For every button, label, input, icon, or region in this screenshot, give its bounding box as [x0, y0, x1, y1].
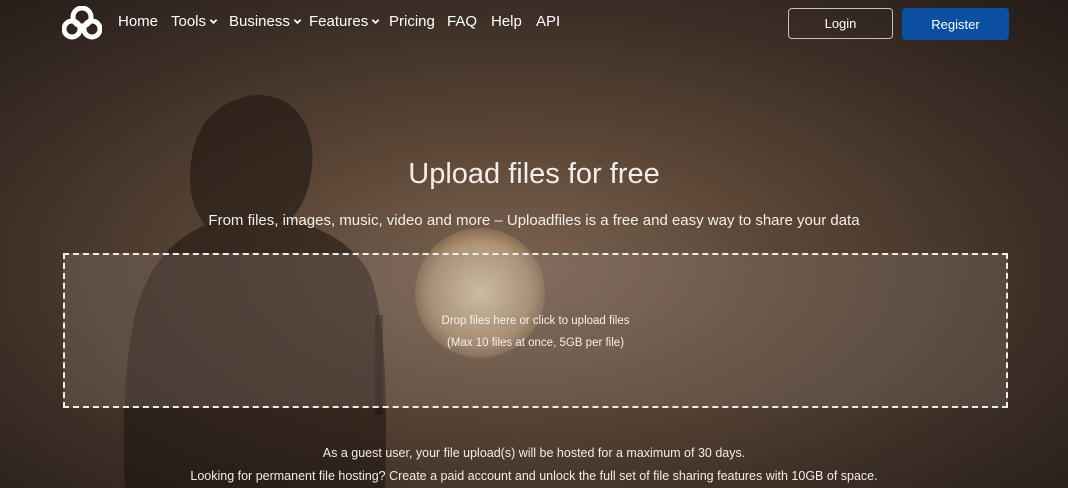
upload-dropzone[interactable]: Drop files here or click to upload files…	[63, 253, 1008, 408]
nav-home-label: Home	[118, 13, 159, 30]
nav-tools[interactable]: Tools	[171, 13, 218, 30]
page-title: Upload files for free	[408, 158, 660, 190]
page-subtitle: From files, images, music, video and mor…	[208, 212, 860, 229]
nav-faq-label: FAQ	[447, 13, 478, 30]
guest-hosting-note: As a guest user, your file upload(s) wil…	[322, 446, 746, 460]
permanent-hosting-note: Looking for permanent file hosting? Crea…	[190, 469, 878, 483]
nav-help[interactable]: Help	[491, 13, 522, 30]
nav-features[interactable]: Features	[309, 13, 380, 30]
top-navigation: Home Tools Business Features Pricing FAQ…	[0, 0, 1068, 46]
nav-features-label: Features	[309, 13, 369, 30]
nav-home[interactable]: Home	[118, 13, 158, 30]
dropzone-limit-text: (Max 10 files at once, 5GB per file)	[446, 337, 625, 349]
cloud-link-logo-icon[interactable]	[62, 6, 102, 40]
nav-business[interactable]: Business	[229, 13, 302, 30]
nav-tools-label: Tools	[171, 13, 207, 30]
login-button[interactable]: Login	[788, 8, 893, 39]
nav-api[interactable]: API	[536, 13, 560, 30]
nav-api-label: API	[536, 13, 561, 30]
chevron-down-icon	[209, 19, 218, 25]
dropzone-instruction: Drop files here or click to upload files	[441, 315, 630, 327]
chevron-down-icon	[371, 19, 380, 25]
chevron-down-icon	[293, 19, 302, 25]
nav-faq[interactable]: FAQ	[447, 13, 477, 30]
nav-help-label: Help	[491, 13, 522, 30]
nav-business-label: Business	[229, 13, 290, 30]
nav-pricing[interactable]: Pricing	[389, 13, 435, 30]
nav-pricing-label: Pricing	[389, 13, 435, 30]
register-button[interactable]: Register	[902, 8, 1009, 40]
